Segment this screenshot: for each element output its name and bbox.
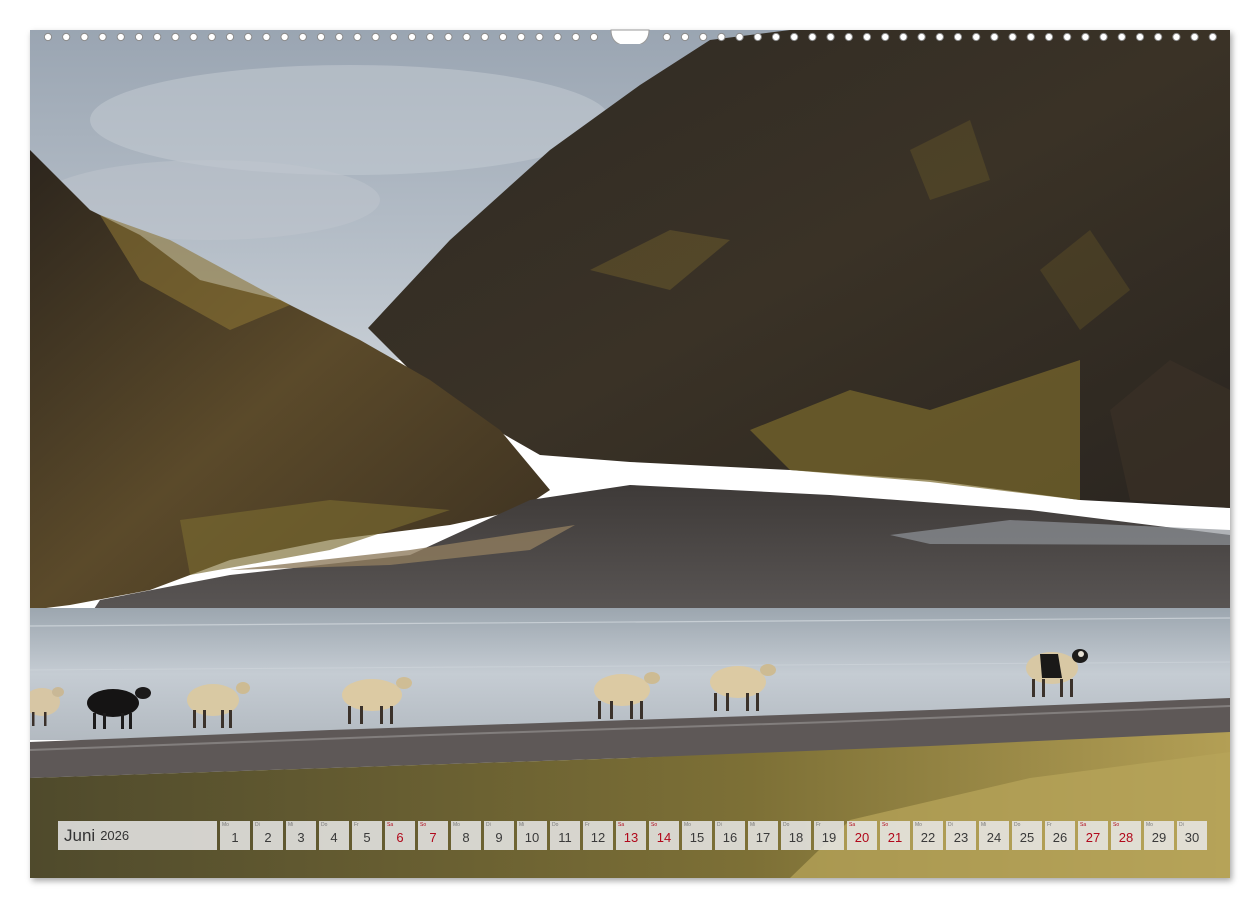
day-number: 5: [363, 830, 371, 845]
day-cell: So 14: [649, 821, 679, 850]
day-cell: Do 25: [1012, 821, 1042, 850]
day-cells: Mo 1 Di 2 Mi 3 Do 4 Fr 5 Sa 6 So 7 Mo 8 Di 9 Mi 10 Do 11 Fr 12 S…: [220, 821, 1207, 850]
day-cell: Mi 10: [517, 821, 547, 850]
day-number: 19: [821, 830, 837, 845]
day-cell: Mi 3: [286, 821, 316, 850]
day-cell: Fr 19: [814, 821, 844, 850]
day-number: 29: [1151, 830, 1167, 845]
day-cell: Sa 6: [385, 821, 415, 850]
day-abbr: Mo: [453, 822, 460, 828]
day-abbr: Mo: [1146, 822, 1153, 828]
day-number: 10: [524, 830, 540, 845]
day-number: 6: [396, 830, 404, 845]
day-number: 13: [623, 830, 639, 845]
day-abbr: Di: [717, 822, 722, 828]
day-number: 12: [590, 830, 606, 845]
day-cell: Mo 22: [913, 821, 943, 850]
day-abbr: So: [420, 822, 427, 828]
day-abbr: Di: [1179, 822, 1184, 828]
day-cell: Mi 17: [748, 821, 778, 850]
day-abbr: Fr: [354, 822, 359, 828]
day-number: 20: [854, 830, 870, 845]
day-abbr: Do: [552, 822, 559, 828]
day-abbr: Sa: [1080, 822, 1087, 828]
day-abbr: Fr: [585, 822, 590, 828]
day-abbr: So: [882, 822, 889, 828]
month-name: Juni: [64, 825, 96, 845]
day-abbr: Do: [1014, 822, 1021, 828]
day-abbr: Fr: [1047, 822, 1052, 828]
day-cell: Mo 15: [682, 821, 712, 850]
day-number: 18: [788, 830, 804, 845]
day-abbr: Mi: [288, 822, 294, 828]
day-cell: Di 23: [946, 821, 976, 850]
day-number: 8: [462, 830, 470, 845]
day-abbr: Mi: [750, 822, 756, 828]
day-number: 3: [297, 830, 305, 845]
day-number: 24: [986, 830, 1002, 845]
day-cell: Di 16: [715, 821, 745, 850]
day-cell: Fr 5: [352, 821, 382, 850]
day-number: 22: [920, 830, 936, 845]
landscape-photo: [30, 30, 1230, 878]
day-number: 4: [330, 830, 338, 845]
day-cell: Mi 24: [979, 821, 1009, 850]
day-number: 1: [231, 830, 239, 845]
day-cell: Mo 29: [1144, 821, 1174, 850]
day-abbr: Di: [255, 822, 260, 828]
day-number: 15: [689, 830, 705, 845]
day-number: 23: [953, 830, 969, 845]
day-number: 14: [656, 830, 672, 845]
day-cell: Do 11: [550, 821, 580, 850]
day-abbr: Mo: [684, 822, 691, 828]
day-number: 30: [1184, 830, 1200, 845]
day-abbr: So: [1113, 822, 1120, 828]
day-number: 25: [1019, 830, 1035, 845]
day-number: 11: [558, 830, 572, 845]
day-cell: Do 4: [319, 821, 349, 850]
calendar-page: Juni 2026 Mo 1 Di 2 Mi 3 Do 4 Fr 5 Sa 6 So 7 Mo 8 Di 9 Mi 1…: [30, 30, 1230, 878]
day-cell: Sa 27: [1078, 821, 1108, 850]
day-abbr: So: [651, 822, 658, 828]
day-cell: So 28: [1111, 821, 1141, 850]
day-number: 9: [495, 830, 503, 845]
month-label: Juni 2026: [58, 821, 217, 850]
day-cell: Mo 8: [451, 821, 481, 850]
day-cell: Di 9: [484, 821, 514, 850]
day-cell: Fr 26: [1045, 821, 1075, 850]
day-cell: Di 2: [253, 821, 283, 850]
day-abbr: Do: [783, 822, 790, 828]
day-cell: Fr 12: [583, 821, 613, 850]
day-number: 21: [887, 830, 903, 845]
day-number: 16: [722, 830, 738, 845]
day-number: 28: [1118, 830, 1134, 845]
day-abbr: Mo: [915, 822, 922, 828]
day-cell: Sa 13: [616, 821, 646, 850]
day-abbr: Do: [321, 822, 328, 828]
day-number: 2: [264, 830, 272, 845]
day-abbr: Mo: [222, 822, 229, 828]
day-abbr: Sa: [849, 822, 856, 828]
day-abbr: Mi: [981, 822, 987, 828]
day-abbr: Fr: [816, 822, 821, 828]
day-cell: Do 18: [781, 821, 811, 850]
day-number: 17: [755, 830, 771, 845]
day-abbr: Mi: [519, 822, 525, 828]
month-year: 2026: [100, 828, 130, 843]
day-number: 7: [429, 830, 437, 845]
day-abbr: Di: [486, 822, 491, 828]
day-number: 26: [1052, 830, 1068, 845]
day-cell: So 21: [880, 821, 910, 850]
day-abbr: Sa: [387, 822, 394, 828]
day-abbr: Di: [948, 822, 953, 828]
day-cell: Di 30: [1177, 821, 1207, 850]
day-cell: Sa 20: [847, 821, 877, 850]
day-abbr: Sa: [618, 822, 625, 828]
calendar-strip: Juni 2026 Mo 1 Di 2 Mi 3 Do 4 Fr 5 Sa 6 So 7 Mo 8 Di 9 Mi 1…: [58, 821, 1207, 850]
day-cell: So 7: [418, 821, 448, 850]
day-cell: Mo 1: [220, 821, 250, 850]
day-number: 27: [1085, 830, 1101, 845]
